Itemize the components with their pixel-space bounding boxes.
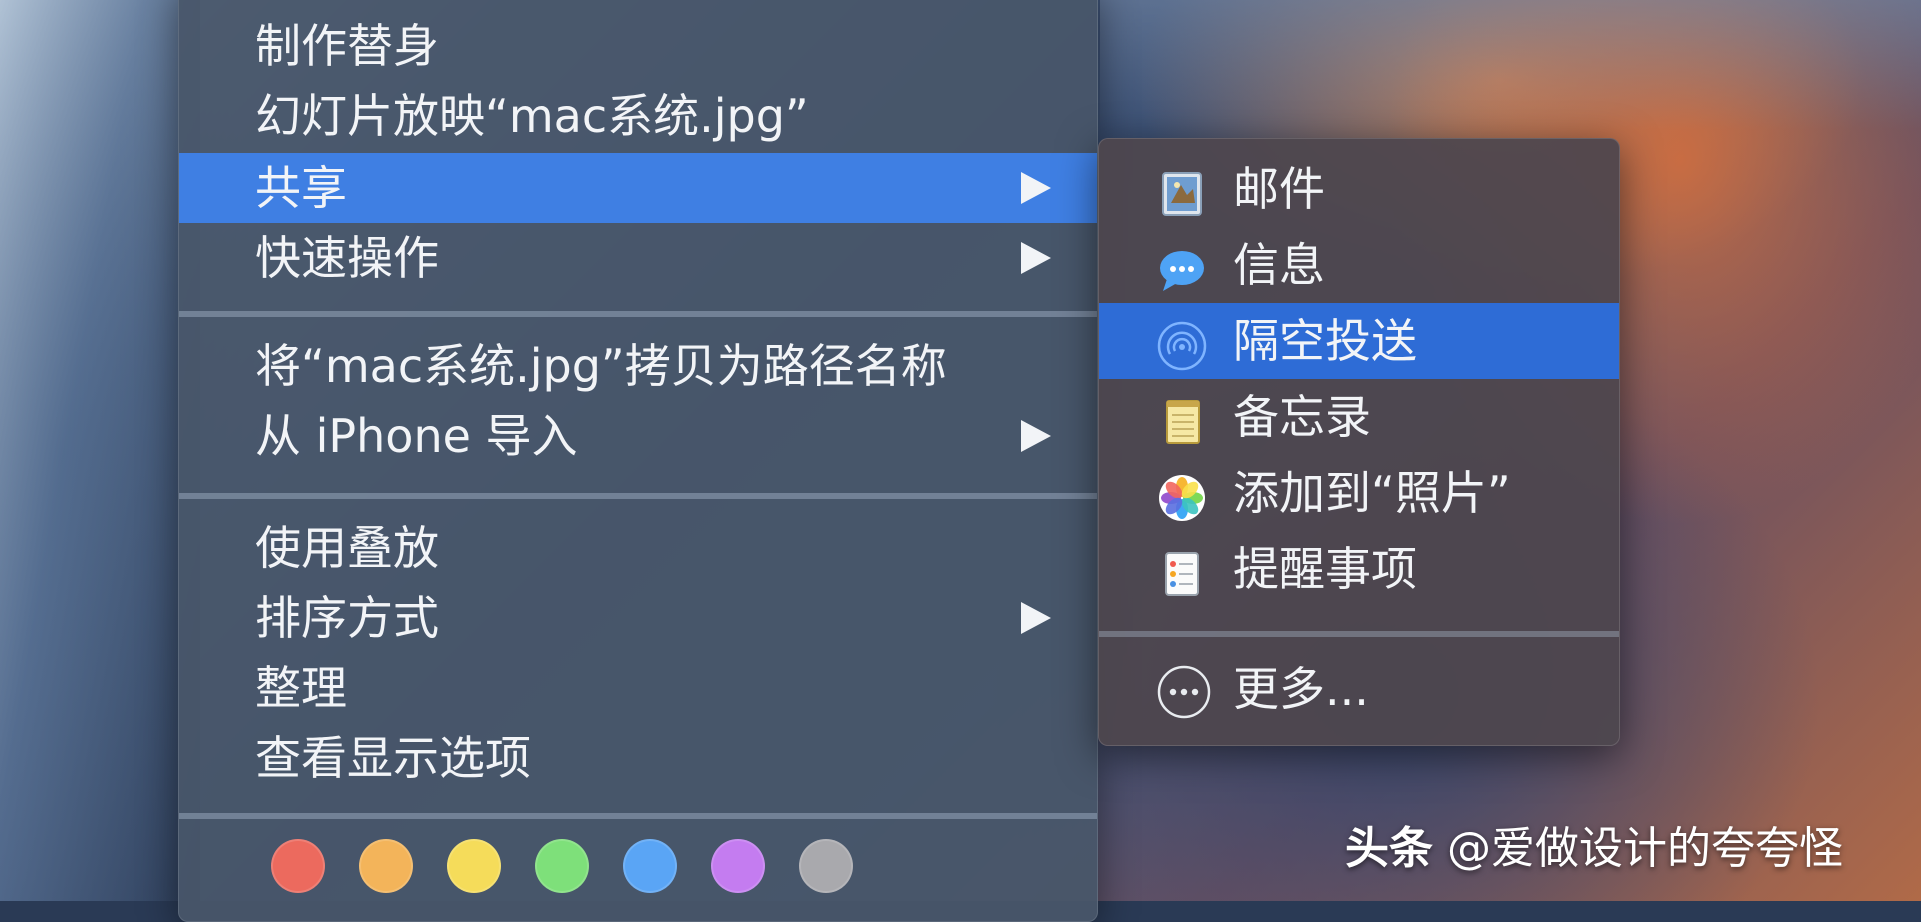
tag-orange[interactable] (359, 839, 413, 893)
photos-icon (1157, 469, 1207, 521)
menu-item-label: 共享 (255, 161, 347, 215)
submenu-arrow-icon (1021, 420, 1051, 452)
menu-item-make-alias[interactable]: 制作替身 (179, 11, 1097, 81)
share-item-label: 备忘录 (1233, 390, 1371, 444)
submenu-arrow-icon (1021, 172, 1051, 204)
menu-item-label: 排序方式 (255, 591, 439, 645)
share-item-label: 邮件 (1233, 162, 1325, 216)
tag-blue[interactable] (623, 839, 677, 893)
wallpaper-sky (1100, 0, 1921, 130)
menu-item-slideshow[interactable]: 幻灯片放映“mac系统.jpg” (179, 81, 1097, 151)
submenu-arrow-icon (1021, 242, 1051, 274)
tag-gray[interactable] (799, 839, 853, 893)
tag-yellow[interactable] (447, 839, 501, 893)
menu-item-label: 从 iPhone 导入 (255, 409, 578, 463)
context-menu: 制作替身 幻灯片放映“mac系统.jpg” 共享 快速操作 将“mac系统.jp… (178, 0, 1098, 922)
tag-purple[interactable] (711, 839, 765, 893)
share-item-label: 信息 (1233, 238, 1325, 292)
menu-item-quick-actions[interactable]: 快速操作 (179, 223, 1097, 293)
wallpaper-cliff (0, 0, 200, 901)
share-item-reminders[interactable]: 提醒事项 (1099, 531, 1619, 607)
tag-red[interactable] (271, 839, 325, 893)
menu-item-use-stacks[interactable]: 使用叠放 (179, 513, 1097, 583)
share-item-notes[interactable]: 备忘录 (1099, 379, 1619, 455)
menu-item-label: 制作替身 (255, 19, 439, 73)
submenu-arrow-icon (1021, 602, 1051, 634)
notes-icon (1157, 393, 1207, 444)
menu-separator (179, 311, 1097, 317)
menu-item-label: 整理 (255, 661, 347, 715)
menu-item-import-from-iphone[interactable]: 从 iPhone 导入 (179, 401, 1097, 471)
share-item-label: 隔空投送 (1233, 314, 1417, 368)
share-item-label: 更多... (1233, 662, 1369, 716)
tag-colors-row (179, 839, 1097, 899)
watermark-handle: @爱做设计的夸夸怪 (1447, 823, 1843, 874)
watermark: 头条 @爱做设计的夸夸怪 (1345, 812, 1843, 876)
share-item-label: 添加到“照片” (1233, 466, 1511, 520)
watermark-brand: 头条 (1345, 823, 1433, 874)
share-item-mail[interactable]: 邮件 (1099, 151, 1619, 227)
tag-green[interactable] (535, 839, 589, 893)
menu-item-label: 查看显示选项 (255, 731, 531, 785)
menu-separator (179, 813, 1097, 819)
menu-item-label: 使用叠放 (255, 521, 439, 575)
menu-item-sort-by[interactable]: 排序方式 (179, 583, 1097, 653)
menu-item-copy-path[interactable]: 将“mac系统.jpg”拷贝为路径名称 (179, 331, 1097, 401)
share-item-add-to-photos[interactable]: 添加到“照片” (1099, 455, 1619, 531)
menu-item-clean-up[interactable]: 整理 (179, 653, 1097, 723)
menu-item-share[interactable]: 共享 (179, 153, 1097, 223)
menu-item-show-view-options[interactable]: 查看显示选项 (179, 723, 1097, 793)
reminders-icon (1157, 545, 1207, 596)
mail-icon (1157, 165, 1207, 216)
submenu-separator (1099, 631, 1619, 637)
share-item-messages[interactable]: 信息 (1099, 227, 1619, 303)
menu-item-label: 将“mac系统.jpg”拷贝为路径名称 (255, 339, 947, 393)
share-item-more[interactable]: 更多... (1099, 651, 1619, 727)
share-item-label: 提醒事项 (1233, 542, 1417, 596)
menu-separator (179, 493, 1097, 499)
menu-item-label: 幻灯片放映“mac系统.jpg” (255, 89, 809, 143)
share-submenu: 邮件 信息 隔空投送 备忘录 添加到“照片” 提醒事项 更多... (1098, 138, 1620, 746)
messages-icon (1157, 241, 1207, 291)
airdrop-icon (1157, 317, 1207, 371)
share-item-airdrop[interactable]: 隔空投送 (1099, 303, 1619, 379)
more-icon (1157, 665, 1211, 719)
menu-item-label: 快速操作 (255, 231, 439, 285)
